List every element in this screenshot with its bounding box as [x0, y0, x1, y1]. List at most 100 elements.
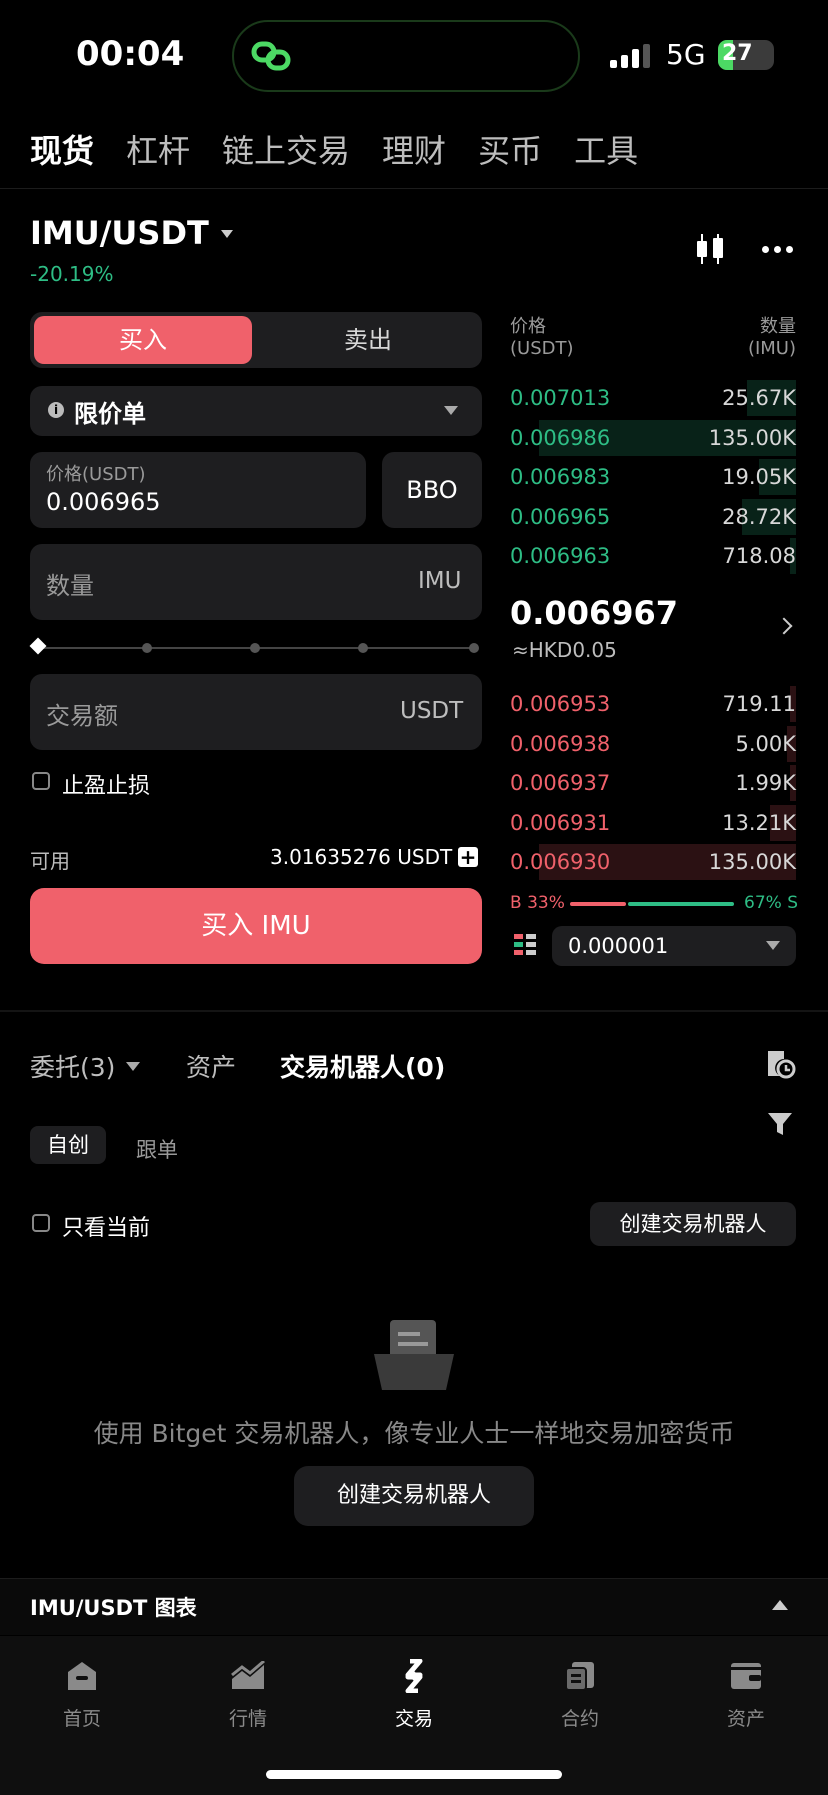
orderbook-row[interactable]: 0.006953 719.11 [510, 684, 796, 724]
orderbook-row[interactable]: 0.006931 13.21K [510, 803, 796, 843]
price-change: -20.19% [30, 262, 114, 286]
nav-trade[interactable]: 交易 [354, 1656, 474, 1731]
nav-home-label: 首页 [62, 1708, 101, 1730]
orderbook-row[interactable]: 0.006963 718.08 [510, 536, 796, 576]
nav-markets[interactable]: 行情 [188, 1656, 308, 1731]
orderbook-qty: 719.11 [722, 692, 796, 716]
chip-copy[interactable]: 跟单 [136, 1134, 178, 1164]
only-current-checkbox[interactable] [32, 1214, 50, 1232]
orderbook-row[interactable]: 0.006965 28.72K [510, 497, 796, 537]
nav-assets[interactable]: 资产 [686, 1656, 806, 1731]
depth-view-icon[interactable] [514, 934, 536, 956]
topnav-spot[interactable]: 现货 [30, 126, 94, 172]
available-balance: 3.01635276 USDT [270, 845, 453, 869]
slider-step[interactable] [250, 643, 260, 653]
caret-down-icon[interactable] [126, 1062, 140, 1071]
create-bot-button-large[interactable]: 创建交易机器人 [294, 1466, 534, 1526]
orderbook-qty: 19.05K [722, 465, 796, 489]
slider-handle[interactable] [29, 637, 47, 655]
quantity-unit: IMU [418, 568, 462, 594]
orderbook-qty: 25.67K [722, 386, 796, 410]
sell-ratio: 67% S [744, 893, 798, 913]
more-icon[interactable] [762, 246, 793, 253]
chart-icon [188, 1656, 308, 1696]
battery-icon: 27 [718, 40, 774, 70]
order-type-label: 限价单 [74, 400, 146, 428]
tab-assets[interactable]: 资产 [186, 1048, 236, 1084]
topnav-onchain[interactable]: 链上交易 [222, 126, 350, 172]
caret-down-icon [766, 941, 780, 950]
last-price-hkd: ≈HKD0.05 [512, 638, 617, 662]
nav-trade-label: 交易 [394, 1708, 433, 1730]
orderbook-price: 0.006986 [510, 425, 611, 450]
create-bot-button[interactable]: 创建交易机器人 [590, 1202, 796, 1246]
orderbook-row[interactable]: 0.006930 135.00K [510, 842, 796, 882]
orderbook-qty: 5.00K [735, 731, 796, 756]
caret-up-icon[interactable] [772, 1600, 788, 1610]
candlestick-icon[interactable] [694, 232, 726, 270]
orderbook-qty: 1.99K [735, 771, 796, 795]
chart-section-label: IMU/USDT 图表 [30, 1596, 197, 1620]
topnav-margin[interactable]: 杠杆 [126, 126, 190, 172]
orderbook-price-header: 价格 (USDT) [510, 316, 574, 360]
topnav-tools[interactable]: 工具 [574, 126, 638, 172]
only-current-label: 只看当前 [62, 1216, 151, 1241]
orderbook-price: 0.006930 [510, 850, 611, 874]
price-value[interactable]: 0.006965 [46, 488, 161, 516]
tpsl-label: 止盈止损 [62, 774, 151, 799]
orderbook-row[interactable]: 0.006986 135.00K [510, 418, 796, 458]
topnav-earn[interactable]: 理财 [382, 126, 446, 172]
tab-bots[interactable]: 交易机器人(0) [280, 1048, 445, 1084]
price-header-unit: (USDT) [510, 338, 574, 359]
futures-icon [520, 1656, 640, 1696]
nav-futures-label: 合约 [560, 1708, 599, 1730]
price-label: 价格(USDT) [46, 464, 146, 485]
network-label: 5G [666, 38, 706, 71]
orderbook-price: 0.007013 [510, 386, 611, 410]
qty-header-unit: (IMU) [747, 338, 796, 359]
nav-futures[interactable]: 合约 [520, 1656, 640, 1731]
pair-selector[interactable]: IMU/USDT [30, 214, 209, 252]
info-icon[interactable]: i [48, 402, 64, 418]
topnav-buy-crypto[interactable]: 买币 [478, 126, 542, 172]
slider-step[interactable] [142, 643, 152, 653]
divider [0, 188, 828, 189]
tpsl-checkbox[interactable] [32, 772, 50, 790]
caret-down-icon[interactable] [221, 230, 233, 238]
status-time: 00:04 [76, 34, 185, 74]
tab-sell[interactable]: 卖出 [258, 316, 478, 364]
nav-assets-label: 资产 [726, 1708, 765, 1730]
filter-icon[interactable] [766, 1110, 794, 1142]
top-nav: 现货 杠杆 链上交易 理财 买币 工具 [30, 126, 638, 172]
plus-icon[interactable]: + [458, 847, 478, 867]
orderbook-price: 0.006983 [510, 465, 611, 489]
link-icon [250, 38, 294, 78]
orderbook-row[interactable]: 0.007013 25.67K [510, 378, 796, 418]
orderbook-row[interactable]: 0.006983 19.05K [510, 457, 796, 497]
orderbook-row[interactable]: 0.006938 5.00K [510, 724, 796, 764]
orderbook-price: 0.006937 [510, 771, 611, 795]
last-price: 0.006967 [510, 594, 679, 632]
quantity-input[interactable] [30, 544, 482, 620]
wallet-icon [686, 1656, 806, 1696]
tab-orders[interactable]: 委托(3) [30, 1048, 115, 1084]
orderbook-price: 0.006963 [510, 544, 611, 568]
chip-own[interactable]: 自创 [30, 1126, 106, 1164]
buy-button[interactable]: 买入 IMU [30, 888, 482, 964]
empty-state-icon [372, 1318, 456, 1396]
chevron-right-icon[interactable] [775, 617, 793, 635]
nav-home[interactable]: 首页 [22, 1656, 142, 1731]
quantity-placeholder: 数量 [46, 572, 94, 600]
history-icon[interactable] [764, 1048, 796, 1079]
orderbook-qty: 28.72K [722, 504, 796, 529]
orderbook-qty-header: 数量 (IMU) [748, 316, 796, 360]
price-header-text: 价格 [510, 316, 546, 337]
bbo-button[interactable]: BBO [382, 452, 482, 528]
buy-ratio-bar [570, 902, 626, 906]
orderbook-row[interactable]: 0.006937 1.99K [510, 763, 796, 803]
slider-step[interactable] [469, 643, 479, 653]
orderbook-qty: 135.00K [708, 850, 796, 874]
amount-unit: USDT [400, 698, 464, 724]
slider-step[interactable] [358, 643, 368, 653]
tab-buy[interactable]: 买入 [34, 316, 252, 364]
